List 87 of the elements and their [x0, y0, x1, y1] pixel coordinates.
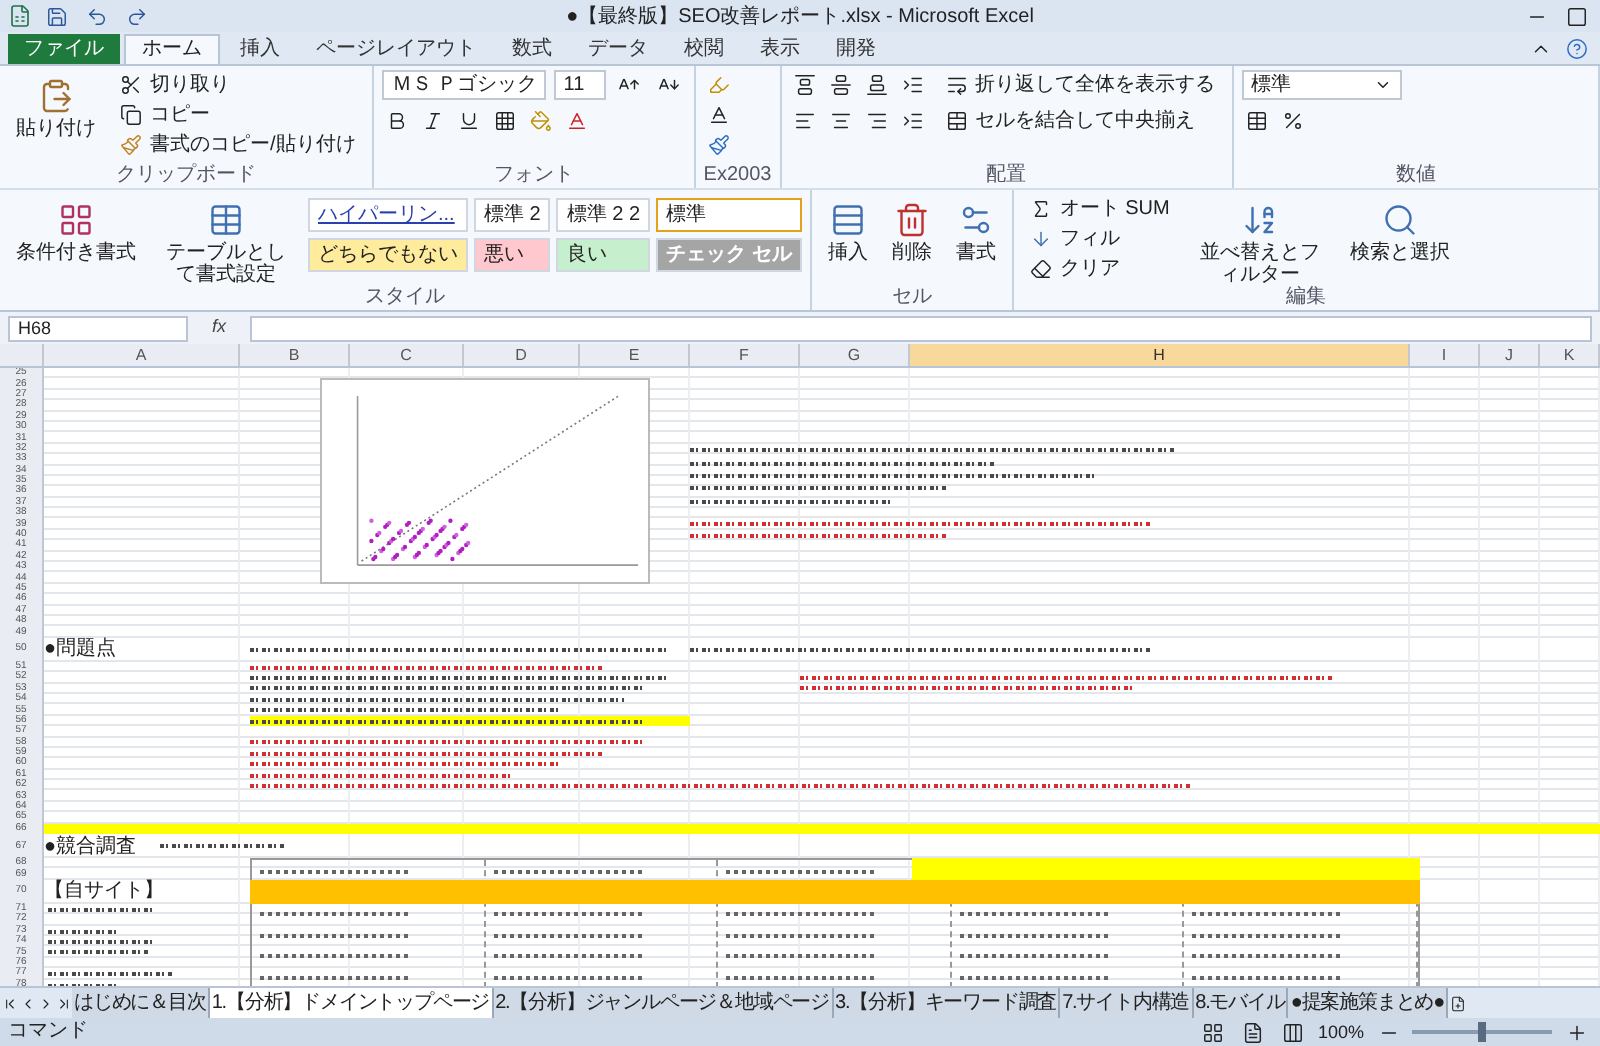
ribbon-tab[interactable]: ページレイアウト	[300, 34, 492, 64]
sheet-tab[interactable]: 1.【分析】ドメイントップページ	[209, 988, 494, 1018]
zoom-level[interactable]: 100%	[1317, 1023, 1364, 1041]
font-size-field[interactable]: 11	[553, 70, 606, 100]
eraser-icon	[1029, 258, 1052, 280]
fill-button[interactable]: フィル	[1021, 224, 1178, 254]
cell-style[interactable]: ハイパーリン...	[308, 198, 468, 232]
wrap-text-button[interactable]: 折り返して全体を表示する	[937, 70, 1224, 100]
sheet-tab[interactable]: 3.【分析】キーワード調査	[833, 988, 1061, 1018]
cell-style[interactable]: 標準 2	[474, 198, 551, 232]
cell-style[interactable]: 標準 2 2	[556, 198, 651, 232]
ribbon-tab[interactable]: ホーム	[124, 34, 220, 64]
sheet-tab[interactable]: はじめに＆目次	[72, 988, 210, 1018]
sheet-tab[interactable]: 7.サイト内構造	[1060, 988, 1194, 1018]
copy-icon	[120, 104, 142, 126]
column-header[interactable]: H	[910, 344, 1410, 366]
cell-text: 【自サイト】	[44, 880, 164, 903]
column-header[interactable]: A	[44, 344, 240, 366]
paintbrush-icon	[120, 134, 142, 156]
autosum-button[interactable]: オート SUM	[1021, 194, 1178, 224]
merge-cells-icon	[945, 110, 968, 132]
sigma-icon	[1029, 198, 1052, 220]
group-label: Ex2003	[703, 164, 772, 188]
scissors-icon	[120, 74, 142, 96]
format-as-table-button[interactable]: テーブルとして書式設定	[152, 194, 300, 286]
column-header[interactable]: B	[240, 344, 350, 366]
ribbon-tab[interactable]: ファイル	[8, 34, 120, 64]
sheet-tab[interactable]: 2.【分析】ジャンルページ＆地域ページ	[493, 988, 834, 1018]
column-header[interactable]: K	[1540, 344, 1600, 366]
format-button[interactable]: 書式	[947, 194, 1004, 264]
ribbon-tab[interactable]: データ	[572, 34, 664, 64]
sheet-tab[interactable]: ●提案施策まとめ●	[1288, 988, 1449, 1018]
column-header[interactable]: F	[690, 344, 800, 366]
arrow-down-icon	[1029, 228, 1052, 250]
column-header[interactable]: E	[580, 344, 690, 366]
number-format-field[interactable]: 標準	[1241, 70, 1402, 100]
ribbon-tab[interactable]: 表示	[744, 34, 816, 64]
name-box[interactable]: H68	[8, 315, 188, 341]
cell-style[interactable]: どちらでもない	[308, 238, 468, 272]
column-header[interactable]: I	[1410, 344, 1480, 366]
formula-input[interactable]	[250, 315, 1592, 341]
group-label: 編集	[1283, 286, 1328, 310]
copy-button[interactable]: コピー	[112, 100, 364, 130]
wrap-text-icon	[945, 74, 968, 96]
font-name-field[interactable]: ＭＳ Ｐゴシック	[381, 70, 546, 100]
cell-style[interactable]: 悪い	[474, 238, 551, 272]
ribbon-tab[interactable]: 校閲	[668, 34, 740, 64]
clear-button[interactable]: クリア	[1021, 254, 1178, 284]
column-header[interactable]: C	[350, 344, 464, 366]
cell-text: ●問題点	[44, 638, 117, 661]
column-header[interactable]: J	[1480, 344, 1540, 366]
paste-button[interactable]: 貼り付け	[8, 70, 104, 140]
table-icon	[208, 202, 244, 238]
window-title: ●【最終版】SEO改善レポート.xlsx - Microsoft Excel	[564, 3, 1036, 31]
conditional-format-button[interactable]: 条件付き書式	[8, 194, 144, 264]
ribbon-tab[interactable]: 挿入	[224, 34, 296, 64]
column-header[interactable]: D	[464, 344, 580, 366]
group-label: セル	[889, 286, 934, 310]
ribbon-tab[interactable]: 開発	[820, 34, 892, 64]
format-painter-button[interactable]: 書式のコピー/貼り付け	[112, 130, 364, 160]
slider-thumb[interactable]	[1478, 1022, 1486, 1042]
search-icon	[1381, 202, 1418, 238]
function-label[interactable]: fx	[196, 314, 243, 342]
cell-style[interactable]: 良い	[556, 238, 651, 272]
group-label: スタイル	[362, 286, 447, 310]
delete-button[interactable]: 削除	[883, 194, 940, 264]
rows-icon	[829, 202, 866, 238]
insert-button[interactable]: 挿入	[819, 194, 876, 264]
group-label: フォント	[491, 164, 576, 188]
find-select-button[interactable]: 検索と選択	[1341, 194, 1458, 264]
ribbon-tab[interactable]: 数式	[496, 34, 568, 64]
clipboard-icon	[38, 78, 74, 114]
cell-style[interactable]: 標準	[656, 198, 802, 232]
merge-center-button[interactable]: セルを結合して中央揃え	[937, 106, 1224, 136]
cut-button[interactable]: 切り取り	[112, 70, 364, 100]
status-mode: コマンド	[8, 1022, 88, 1042]
group-label: 配置	[984, 164, 1029, 188]
sort-filter-button[interactable]: 並べ替えとフィルター	[1185, 194, 1334, 286]
group-label: クリップボード	[113, 164, 258, 188]
sheet-tab[interactable]: 8.モバイル	[1193, 988, 1289, 1018]
sort-icon	[1241, 202, 1278, 238]
conditional-format-icon	[58, 202, 94, 238]
trash-icon	[893, 202, 930, 238]
group-label: 数値	[1393, 164, 1438, 188]
excel-logo-icon	[8, 4, 32, 28]
cell-text: ●競合調査	[44, 835, 137, 858]
settings-icon	[957, 202, 994, 238]
